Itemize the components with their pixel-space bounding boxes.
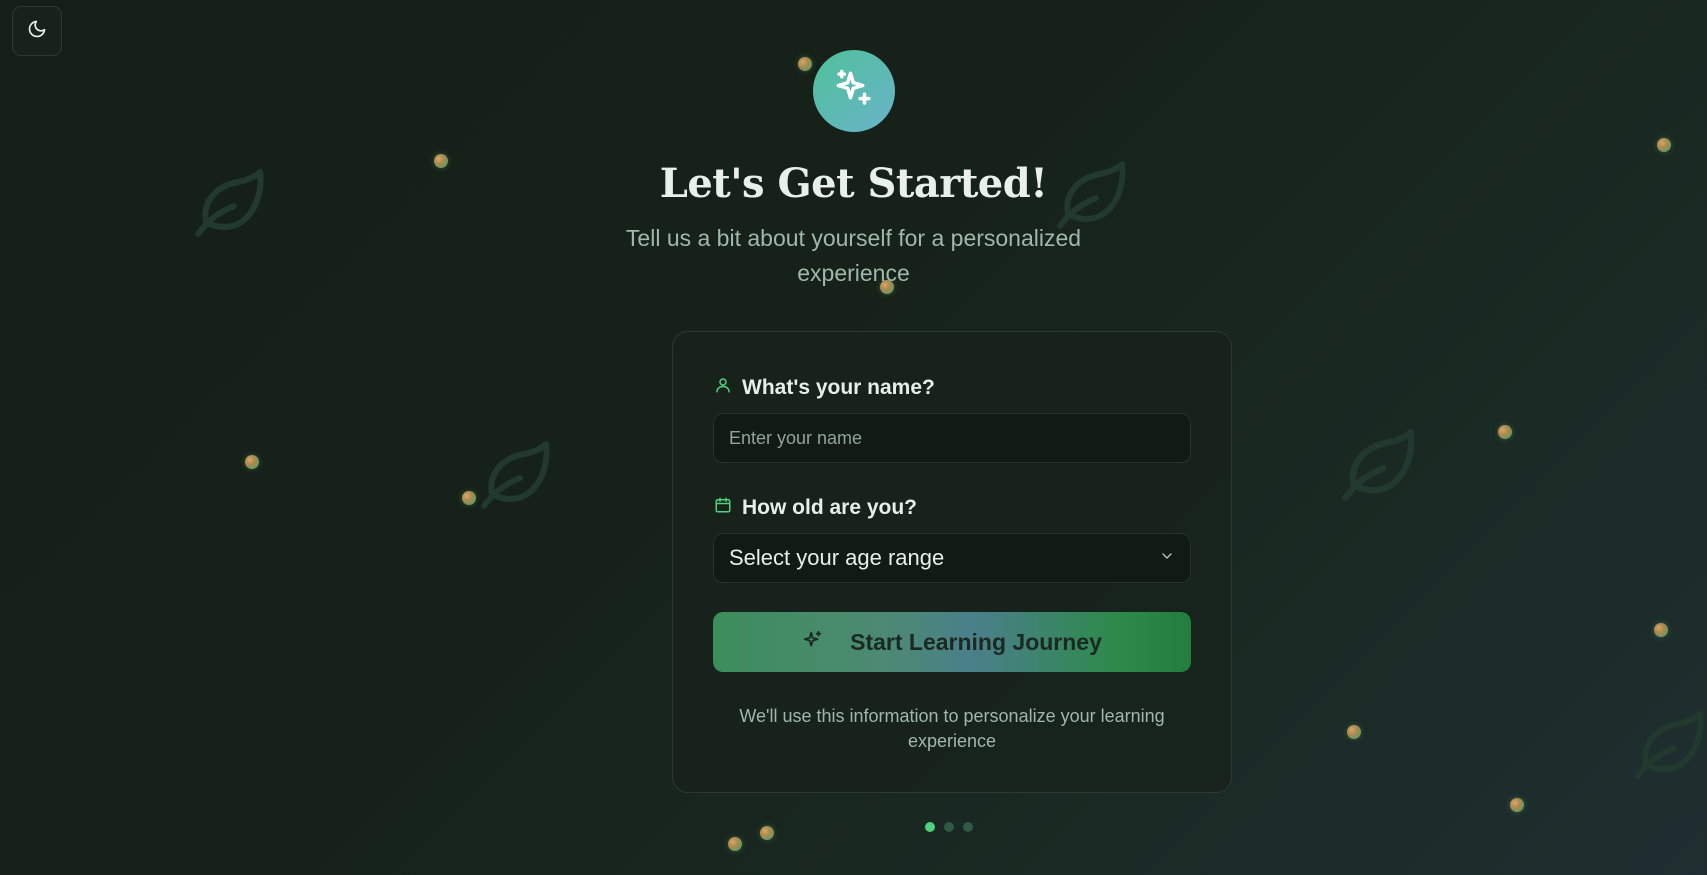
decorative-dot <box>462 491 476 505</box>
age-field-label: How old are you? <box>714 496 917 520</box>
logo-badge <box>812 50 895 132</box>
leaf-icon <box>1635 711 1704 779</box>
step-dot-3 <box>963 822 973 832</box>
onboarding-form-card: What's your name? How old are you? Selec… <box>672 331 1232 793</box>
leaf-icon <box>1342 429 1415 501</box>
theme-toggle-button[interactable] <box>12 6 62 56</box>
decorative-dot <box>1498 425 1512 439</box>
hero-section: Let's Get Started! Tell us a bit about y… <box>0 50 1707 291</box>
user-icon <box>714 376 732 400</box>
decorative-dot <box>728 837 742 851</box>
page-subtitle: Tell us a bit about yourself for a perso… <box>625 225 1082 286</box>
sparkles-icon <box>833 68 875 115</box>
name-input[interactable] <box>729 427 1175 449</box>
moon-icon <box>27 19 47 44</box>
age-range-select[interactable]: Select your age range <box>713 533 1191 583</box>
decorative-dot <box>760 826 774 840</box>
leaf-icon <box>481 441 550 509</box>
chevron-down-icon <box>1159 548 1175 569</box>
name-field-label: What's your name? <box>714 376 935 400</box>
start-learning-label: Start Learning Journey <box>850 628 1102 655</box>
decorative-dot <box>245 455 259 469</box>
sparkles-icon <box>802 630 824 655</box>
name-input-wrapper <box>713 413 1191 463</box>
decorative-dot <box>1347 725 1361 739</box>
decorative-dot <box>1654 623 1668 637</box>
step-indicator <box>925 822 973 832</box>
start-learning-button[interactable]: Start Learning Journey <box>713 612 1191 672</box>
calendar-icon <box>714 496 732 520</box>
decorative-dot <box>1510 798 1524 812</box>
age-select-value: Select your age range <box>729 545 945 570</box>
name-label-text: What's your name? <box>742 376 935 399</box>
age-label-text: How old are you? <box>742 496 918 519</box>
step-dot-2 <box>944 822 954 832</box>
page-title: Let's Get Started! <box>659 160 1048 207</box>
privacy-footnote: We'll use this information to personaliz… <box>739 706 1165 751</box>
step-dot-1 <box>925 822 935 832</box>
